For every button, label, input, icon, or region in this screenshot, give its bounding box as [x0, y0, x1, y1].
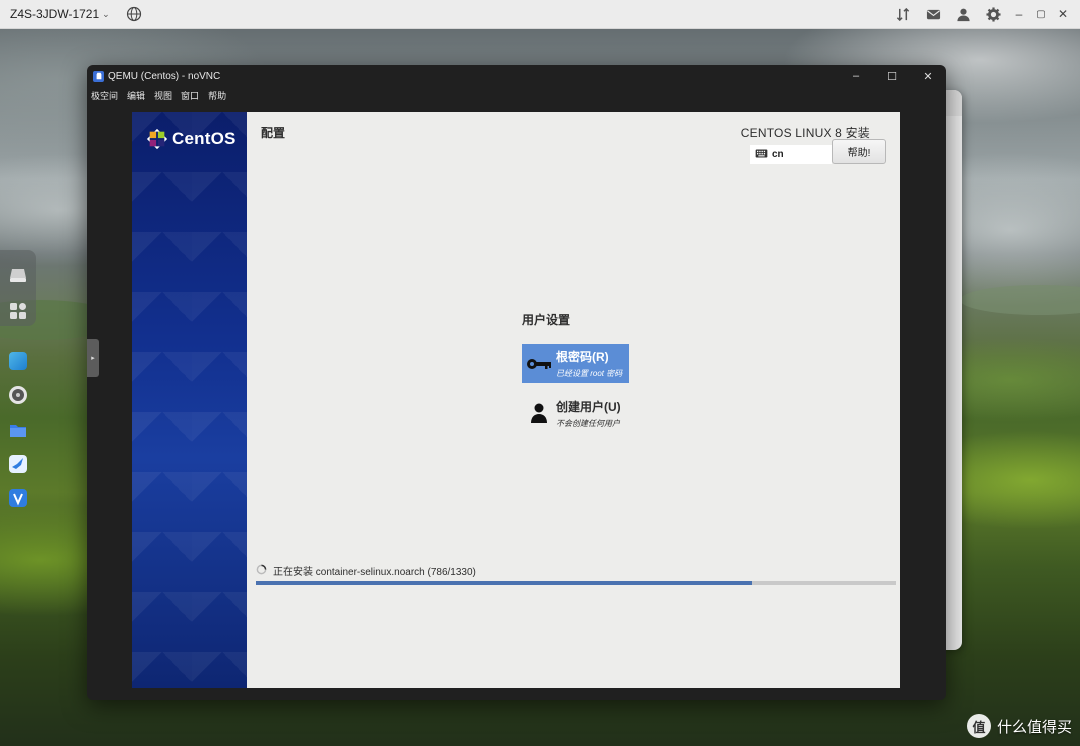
centos-logo-icon: [146, 128, 168, 150]
gear-icon[interactable]: [978, 0, 1008, 29]
window-title: QEMU (Centos) - noVNC: [108, 70, 221, 82]
help-button[interactable]: 帮助!: [832, 139, 886, 164]
watermark-text: 什么值得买: [996, 718, 1072, 736]
key-icon: [522, 357, 556, 371]
wallpaper-hill: [960, 285, 1080, 315]
watermark: 值 什么值得买: [966, 714, 1072, 738]
disk-app-icon[interactable]: [9, 386, 27, 404]
user-icon: [522, 403, 556, 423]
menu-item-window[interactable]: 窗口: [181, 89, 199, 102]
keyboard-layout-indicator[interactable]: cn: [750, 145, 832, 164]
vpn-app-icon[interactable]: [9, 489, 27, 507]
user-settings-heading: 用户设置: [522, 313, 571, 327]
novnc-app-icon: [93, 70, 104, 82]
dock-apps: [0, 340, 36, 515]
root-password-status: 已经设置 root 密码: [556, 369, 623, 378]
folder-icon[interactable]: [9, 421, 27, 439]
spinner-icon: [256, 564, 267, 578]
install-progress-text: 正在安装 container-selinux.noarch (786/1330): [273, 567, 476, 578]
menu-item-space[interactable]: 极空间: [91, 89, 118, 102]
novnc-window: QEMU (Centos) - noVNC – ☐ ✕ 极空间 编辑 视图 窗口…: [87, 65, 946, 700]
bird-app-icon[interactable]: [9, 455, 27, 473]
menu-item-help[interactable]: 帮助: [208, 89, 226, 102]
keyboard-icon: [755, 148, 768, 161]
maximize-icon[interactable]: ▢: [1030, 0, 1052, 29]
sort-icon[interactable]: [888, 0, 918, 29]
install-progress-bar: [256, 581, 896, 585]
chevron-down-icon: ⌄: [102, 8, 110, 19]
install-progress-status: 正在安装 container-selinux.noarch (786/1330): [256, 563, 476, 578]
create-user-label: 创建用户(U): [556, 399, 621, 414]
window-titlebar[interactable]: QEMU (Centos) - noVNC – ☐ ✕: [87, 66, 946, 86]
window-menubar: 极空间 编辑 视图 窗口 帮助: [87, 86, 946, 104]
installer-sidebar: CentOS: [132, 112, 247, 688]
photo-app-icon[interactable]: [9, 352, 27, 370]
root-password-spoke[interactable]: 根密码(R) 已经设置 root 密码: [522, 344, 629, 383]
novnc-control-bar-handle[interactable]: ▸: [87, 339, 99, 377]
window-minimize-button[interactable]: –: [838, 70, 874, 83]
drive-icon[interactable]: [9, 266, 27, 284]
mail-icon[interactable]: [918, 0, 948, 29]
centos-wordmark: CentOS: [172, 129, 236, 148]
menu-item-view[interactable]: 视图: [154, 89, 172, 102]
dock-panel: [0, 250, 36, 326]
globe-icon[interactable]: [126, 6, 142, 22]
menu-item-edit[interactable]: 编辑: [127, 89, 145, 102]
close-icon[interactable]: ✕: [1052, 0, 1074, 29]
window-maximize-button[interactable]: ☐: [874, 70, 910, 83]
watermark-badge: 值: [966, 714, 991, 738]
keyboard-layout-value: cn: [772, 149, 784, 160]
host-selector[interactable]: Z4S-3JDW-1721 ⌄: [10, 7, 110, 21]
user-icon[interactable]: [948, 0, 978, 29]
install-progress-fill: [256, 581, 752, 585]
installer-screen: CentOS 配置 CENTOS LINUX 8 安装 cn 帮助! 用户设置 …: [132, 112, 900, 688]
apps-grid-icon[interactable]: [9, 302, 27, 320]
root-password-label: 根密码(R): [556, 350, 609, 364]
create-user-spoke[interactable]: 创建用户(U) 不会创建任何用户: [522, 395, 652, 431]
create-user-status: 不会创建任何用户: [556, 418, 620, 428]
host-name: Z4S-3JDW-1721: [10, 7, 100, 21]
centos-logo: CentOS: [146, 128, 236, 150]
window-close-button[interactable]: ✕: [910, 70, 946, 83]
page-title: 配置: [261, 126, 286, 140]
system-topbar: Z4S-3JDW-1721 ⌄ – ▢ ✕: [0, 0, 1080, 29]
minimize-icon[interactable]: –: [1008, 0, 1030, 29]
